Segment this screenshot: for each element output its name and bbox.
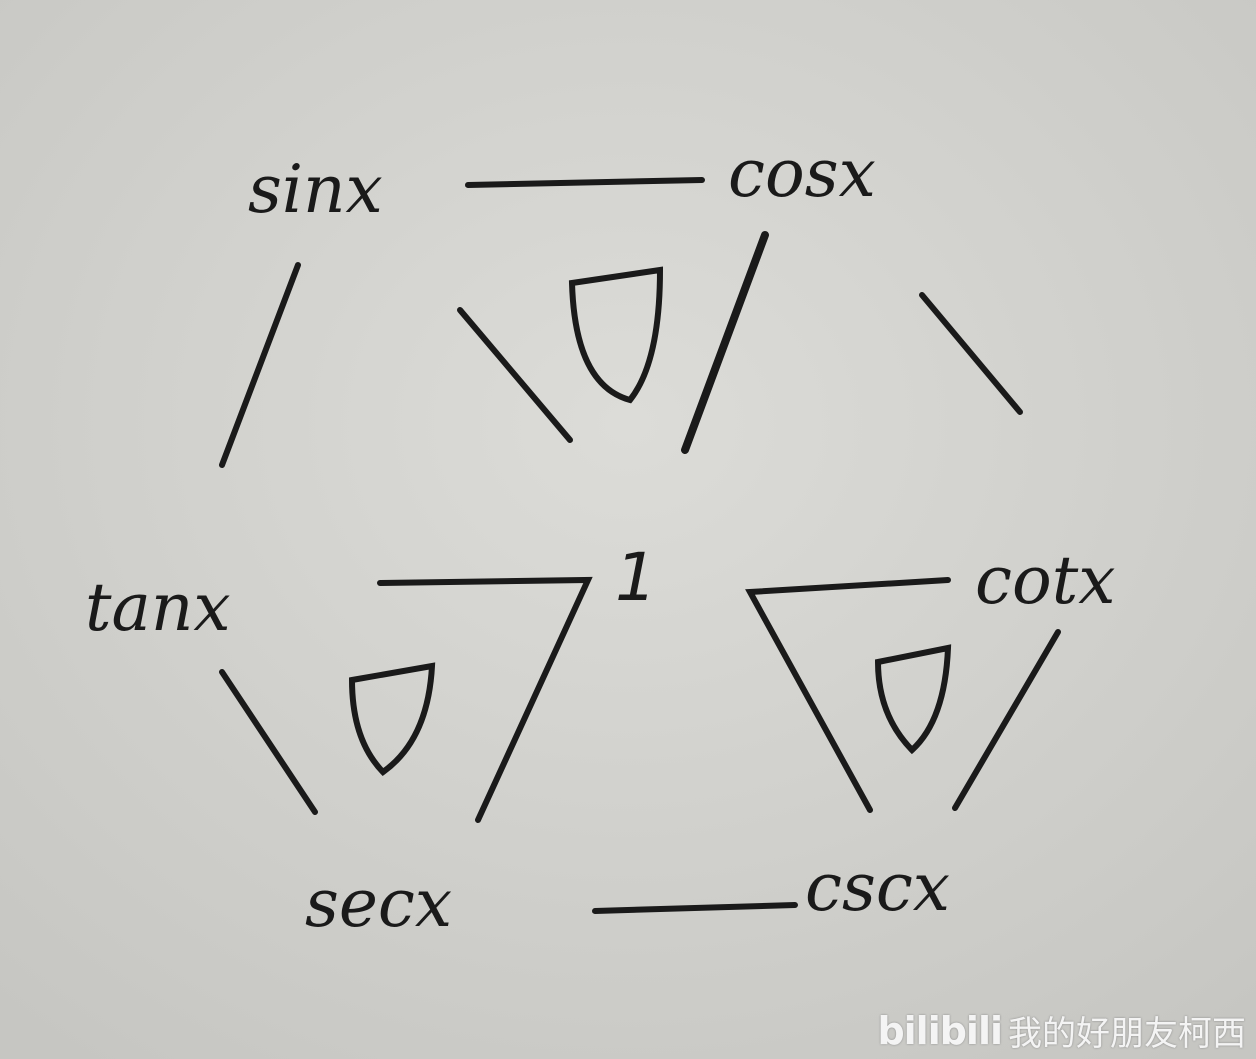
watermark-author: 我的好朋友柯西 [1008, 1014, 1246, 1054]
paper-background [0, 0, 1256, 1059]
node-sinx: sinx [248, 151, 383, 228]
node-cotx: cotx [975, 542, 1115, 619]
center-one: 1 [615, 539, 657, 616]
node-cosx: cosx [728, 135, 876, 212]
node-secx: secx [305, 865, 452, 942]
watermark: bilibili 我的好朋友柯西 [877, 1006, 1246, 1055]
node-cscx: cscx [805, 849, 950, 926]
node-tanx: tanx [85, 569, 231, 646]
trig-hexagon-diagram: sinx cosx tanx cotx secx cscx 1 [0, 0, 1256, 1059]
bilibili-logo: bilibili [877, 1008, 1003, 1053]
